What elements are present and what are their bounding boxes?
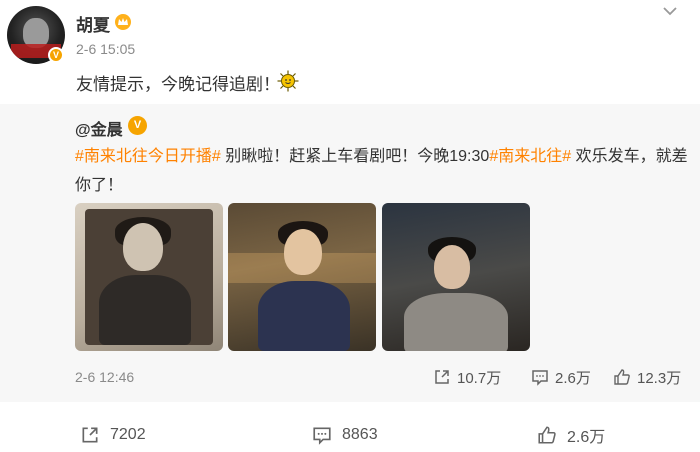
repost-block[interactable]: @金晨 V #南来北往今日开播# 别瞅啦！赶紧上车看剧吧！今晚19:30#南来北…	[0, 104, 700, 402]
repost-share-button[interactable]: 10.7万	[433, 367, 501, 387]
repost-timestamp[interactable]: 2-6 12:46	[75, 369, 134, 385]
username[interactable]: 胡夏	[76, 11, 110, 36]
photo-thumbnail[interactable]	[75, 203, 223, 351]
photo-face	[434, 245, 470, 289]
repost-author[interactable]: @金晨	[75, 116, 123, 140]
photo-face	[123, 223, 163, 271]
share-icon	[82, 427, 98, 443]
photo-figure	[258, 281, 350, 351]
share-button[interactable]: 7202	[80, 424, 146, 446]
comment-button[interactable]: 8863	[312, 424, 378, 446]
post-text: 友情提示，今晚记得追剧！	[76, 75, 280, 94]
hashtag-link[interactable]: #南来北往今日开播#	[75, 148, 221, 165]
comment-icon	[532, 370, 548, 386]
hashtag-link[interactable]: #南来北往#	[489, 148, 571, 165]
share-count: 7202	[110, 426, 146, 443]
verified-badge-icon: V	[48, 47, 64, 63]
repost-text: 欢乐发车，就差	[571, 148, 688, 165]
comment-count: 8863	[342, 426, 378, 443]
thumbs-up-icon	[614, 369, 630, 385]
like-count: 2.6万	[567, 429, 606, 446]
photo-thumbnail[interactable]	[228, 203, 376, 351]
photo-thumbnail[interactable]	[382, 203, 530, 351]
repost-text-line: #南来北往今日开播# 别瞅啦！赶紧上车看剧吧！今晚19:30#南来北往# 欢乐发…	[75, 142, 688, 166]
repost-text: 别瞅啦！赶紧上车看剧吧！今晚19:30	[220, 148, 490, 165]
share-count: 10.7万	[457, 369, 502, 387]
repost-like-button[interactable]: 12.3万	[613, 367, 681, 387]
crown-icon	[115, 14, 131, 30]
post-timestamp[interactable]: 2-6 15:05	[76, 41, 135, 57]
repost-comment-button[interactable]: 2.6万	[531, 367, 591, 387]
like-count: 12.3万	[637, 369, 682, 387]
comment-count: 2.6万	[555, 369, 591, 387]
like-button[interactable]: 2.6万	[537, 424, 605, 446]
sun-emoji-icon	[277, 70, 299, 92]
comment-icon	[313, 427, 331, 445]
photo-figure	[99, 275, 191, 345]
chevron-down-icon[interactable]	[663, 6, 677, 16]
photo-face	[284, 229, 322, 275]
share-icon	[435, 370, 449, 384]
photo-figure	[404, 293, 508, 351]
verified-badge-icon: V	[128, 116, 147, 135]
weibo-post-card: V 胡夏 2-6 15:05 友情提示，今晚记得追剧！ @金晨 V #南来北往今…	[0, 0, 700, 452]
thumbs-up-icon	[538, 426, 556, 444]
repost-text-line: 你了！	[75, 177, 124, 194]
